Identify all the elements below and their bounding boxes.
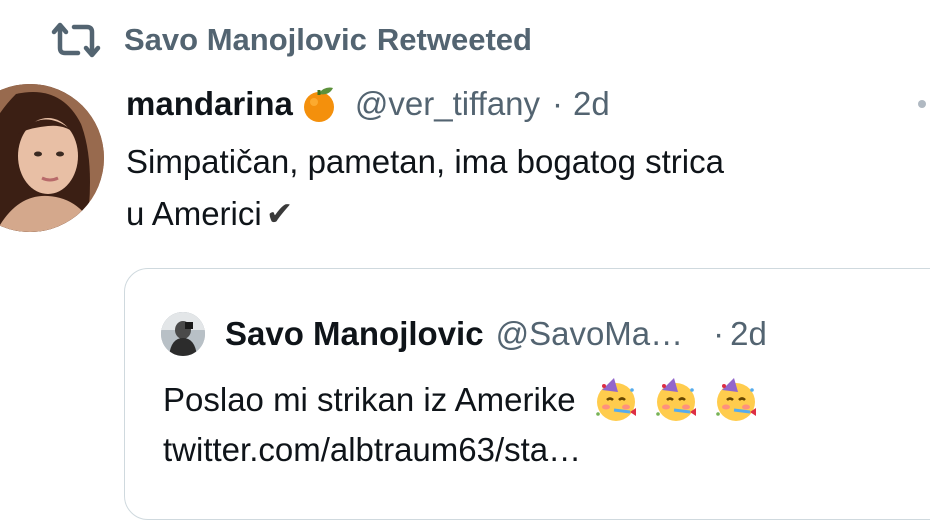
user-handle[interactable]: @ver_tiffany [355,78,540,130]
quoted-tweet-text-line: Poslao mi strikan iz Amerike [163,375,760,425]
quoted-tweet-text: Poslao mi strikan iz Amerike twitter.com… [163,375,760,475]
avatar [161,312,205,356]
avatar[interactable] [0,84,104,232]
retweet-icon [50,20,102,60]
separator-dot: · [552,85,564,122]
retweeted-label: Retweeted [376,22,532,57]
quoted-tweet-sentence: Poslao mi strikan iz Amerike [163,381,576,418]
quoted-user-handle: @SavoMa… [495,315,684,352]
tweet-text-line: Simpatičan, pametan, ima bogatog strica [126,143,724,180]
quoted-tweet-header: Savo Manojlovic @SavoMa… · 2d [161,309,767,359]
tweet-text: Simpatičan, pametan, ima bogatog strica … [126,136,930,240]
check-mark-icon: ✔ [265,195,294,232]
retweeter-name[interactable]: Savo Manojlovic [124,22,367,58]
quoted-tweet-card[interactable]: Savo Manojlovic @SavoMa… · 2d Poslao mi … [124,268,930,520]
display-name[interactable]: mandarina [126,78,293,130]
partying-face-emoji [712,376,760,424]
more-dots-icon[interactable] [918,100,926,108]
separator-dot: · [713,315,725,352]
tweet-timestamp[interactable]: 2d [573,78,610,130]
tweet-text-line: u Americi ✔ [126,188,930,240]
tweet-header: mandarina @ver_tiffany · 2d [126,78,610,130]
tangerine-emoji [299,84,339,124]
quoted-tweet-link[interactable]: twitter.com/albtraum63/sta… [163,425,760,475]
partying-face-emoji [592,376,640,424]
quoted-display-name: Savo Manojlovic [225,315,484,352]
tweet-text-fragment: u Americi [126,195,262,232]
partying-face-emoji [652,376,700,424]
quoted-tweet-timestamp: 2d [730,315,767,352]
retweet-context[interactable]: Savo Manojlovic Retweeted [50,20,532,60]
